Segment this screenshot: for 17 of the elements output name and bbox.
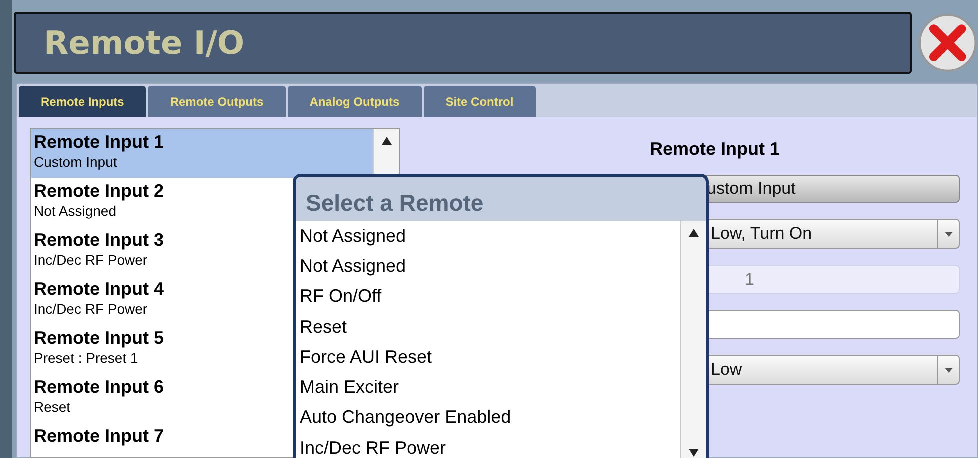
item-title: Remote Input 1: [34, 131, 164, 153]
item-title: Remote Input 6: [34, 376, 164, 398]
window-title: Remote I/O: [44, 23, 245, 64]
item-value: Not Assigned: [34, 202, 116, 220]
item-title: Remote Input 7: [34, 425, 164, 447]
dropdown-value: Low: [711, 359, 742, 382]
detail-heading: Remote Input 1: [650, 138, 780, 161]
item-value: Preset : Preset 1: [34, 349, 138, 367]
item-value: Custom Input: [34, 153, 118, 171]
item-value: Inc/Dec RF Power: [34, 300, 148, 318]
item-title: Remote Input 3: [34, 229, 164, 251]
item-title: Remote Input 2: [34, 180, 164, 202]
item-value: Inc/Dec RF Power: [34, 251, 148, 269]
item-value: Reset: [34, 398, 71, 416]
item-title: Remote Input 4: [34, 278, 164, 300]
dropdown-value: Low, Turn On: [711, 223, 812, 246]
item-title: Remote Input 5: [34, 327, 164, 349]
